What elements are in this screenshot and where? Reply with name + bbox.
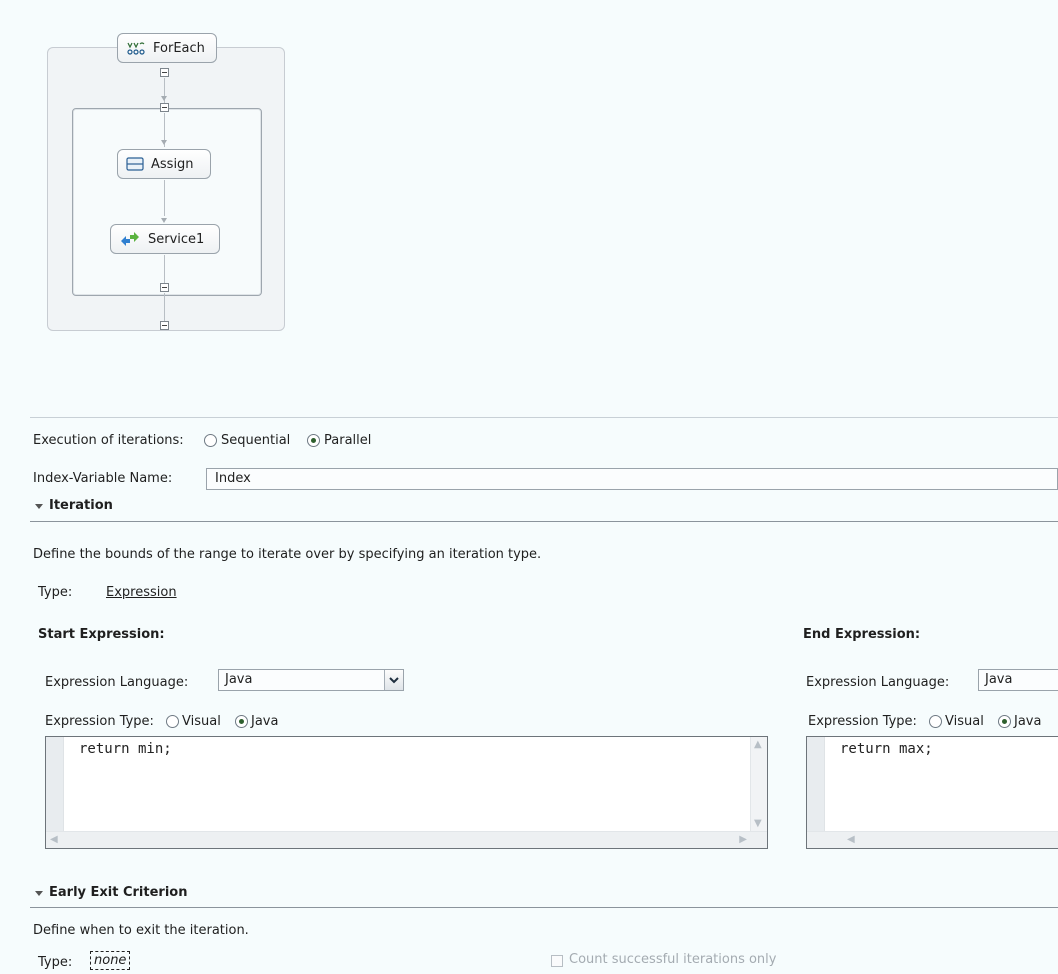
sequential-radio-label[interactable]: Sequential xyxy=(221,433,290,448)
count-successful-checkbox[interactable] xyxy=(551,955,563,967)
start-expression-title: Start Expression: xyxy=(38,627,165,642)
end-language-value: Java xyxy=(985,672,1013,687)
start-expression-editor[interactable]: return min; ▲ ▼ ◀ ▶ xyxy=(45,736,768,849)
properties-panel: Execution of iterations: Sequential Para… xyxy=(0,410,1058,974)
service-invoke-icon xyxy=(121,232,139,246)
end-language-label: Expression Language: xyxy=(806,675,950,690)
early-exit-type-label: Type: xyxy=(38,955,73,970)
end-java-radio-label[interactable]: Java xyxy=(1014,714,1041,729)
early-exit-type-link[interactable]: none xyxy=(90,951,131,970)
connector-arrow xyxy=(161,96,167,101)
section-divider xyxy=(30,521,1058,522)
scroll-up-icon[interactable]: ▲ xyxy=(754,740,762,750)
editor-vertical-scrollbar[interactable]: ▲ ▼ xyxy=(750,737,767,832)
editor-horizontal-scrollbar[interactable]: ◀ xyxy=(807,831,1058,848)
start-visual-radio[interactable] xyxy=(166,715,179,728)
end-expression-code[interactable]: return max; xyxy=(840,741,933,757)
start-language-label: Expression Language: xyxy=(45,675,189,690)
end-expression-type-label: Expression Type: xyxy=(808,714,917,729)
start-expression-code[interactable]: return min; xyxy=(79,741,172,757)
connector-arrow xyxy=(161,140,167,145)
iteration-section-title[interactable]: Iteration xyxy=(49,498,113,513)
section-expand-icon[interactable] xyxy=(35,504,43,509)
connector-arrow xyxy=(161,218,167,223)
editor-gutter xyxy=(807,737,825,832)
collapse-minus-icon[interactable] xyxy=(160,103,169,112)
iteration-type-link[interactable]: Expression xyxy=(106,585,177,600)
early-exit-section-title[interactable]: Early Exit Criterion xyxy=(49,885,187,900)
panel-divider xyxy=(30,417,1058,418)
index-variable-input[interactable]: Index xyxy=(206,468,1058,490)
end-language-select[interactable]: Java xyxy=(978,669,1058,691)
scroll-right-icon[interactable]: ▶ xyxy=(739,835,747,845)
scroll-left-icon[interactable]: ◀ xyxy=(50,835,58,845)
connector-line xyxy=(164,293,165,321)
foreach-icon xyxy=(127,42,145,55)
parallel-radio-label[interactable]: Parallel xyxy=(324,433,371,448)
foreach-node-label: ForEach xyxy=(153,40,205,56)
section-expand-icon[interactable] xyxy=(35,891,43,896)
end-expression-editor[interactable]: return max; ◀ xyxy=(806,736,1058,849)
assign-icon xyxy=(126,157,144,171)
start-expression-type-label: Expression Type: xyxy=(45,714,154,729)
connector-line xyxy=(164,255,165,283)
collapse-minus-icon[interactable] xyxy=(160,283,169,292)
start-language-select[interactable]: Java xyxy=(218,669,404,691)
scroll-left-icon[interactable]: ◀ xyxy=(847,835,855,845)
iteration-type-label: Type: xyxy=(38,585,73,600)
service1-node-label: Service1 xyxy=(148,231,205,247)
section-divider xyxy=(30,907,1058,908)
end-expression-title: End Expression: xyxy=(803,627,921,642)
end-java-radio[interactable] xyxy=(998,715,1011,728)
editor-gutter xyxy=(46,737,64,832)
parallel-radio[interactable] xyxy=(307,434,320,447)
index-variable-label: Index-Variable Name: xyxy=(33,471,173,486)
collapse-minus-icon[interactable] xyxy=(160,68,169,77)
foreach-body-container[interactable] xyxy=(72,108,262,296)
early-exit-description: Define when to exit the iteration. xyxy=(33,923,249,938)
assign-node[interactable]: Assign xyxy=(117,149,211,179)
start-java-radio-label[interactable]: Java xyxy=(251,714,278,729)
sequential-radio[interactable] xyxy=(204,434,217,447)
service1-node[interactable]: Service1 xyxy=(110,224,220,254)
iteration-description: Define the bounds of the range to iterat… xyxy=(33,547,542,562)
execution-label: Execution of iterations: xyxy=(33,433,184,448)
foreach-node[interactable]: ForEach xyxy=(117,33,217,63)
start-language-value: Java xyxy=(225,672,253,687)
start-visual-radio-label[interactable]: Visual xyxy=(182,714,221,729)
collapse-minus-icon[interactable] xyxy=(160,321,169,330)
connector-line xyxy=(164,180,165,216)
chevron-down-icon[interactable] xyxy=(384,670,403,690)
end-visual-radio[interactable] xyxy=(929,715,942,728)
editor-horizontal-scrollbar[interactable]: ◀ ▶ xyxy=(46,831,767,848)
end-visual-radio-label[interactable]: Visual xyxy=(945,714,984,729)
assign-node-label: Assign xyxy=(151,156,194,172)
count-successful-checkbox-label[interactable]: Count successful iterations only xyxy=(569,952,776,967)
scroll-down-icon[interactable]: ▼ xyxy=(754,819,762,829)
process-diagram-canvas[interactable]: ForEach Assign Service1 xyxy=(0,0,1058,410)
start-java-radio[interactable] xyxy=(235,715,248,728)
